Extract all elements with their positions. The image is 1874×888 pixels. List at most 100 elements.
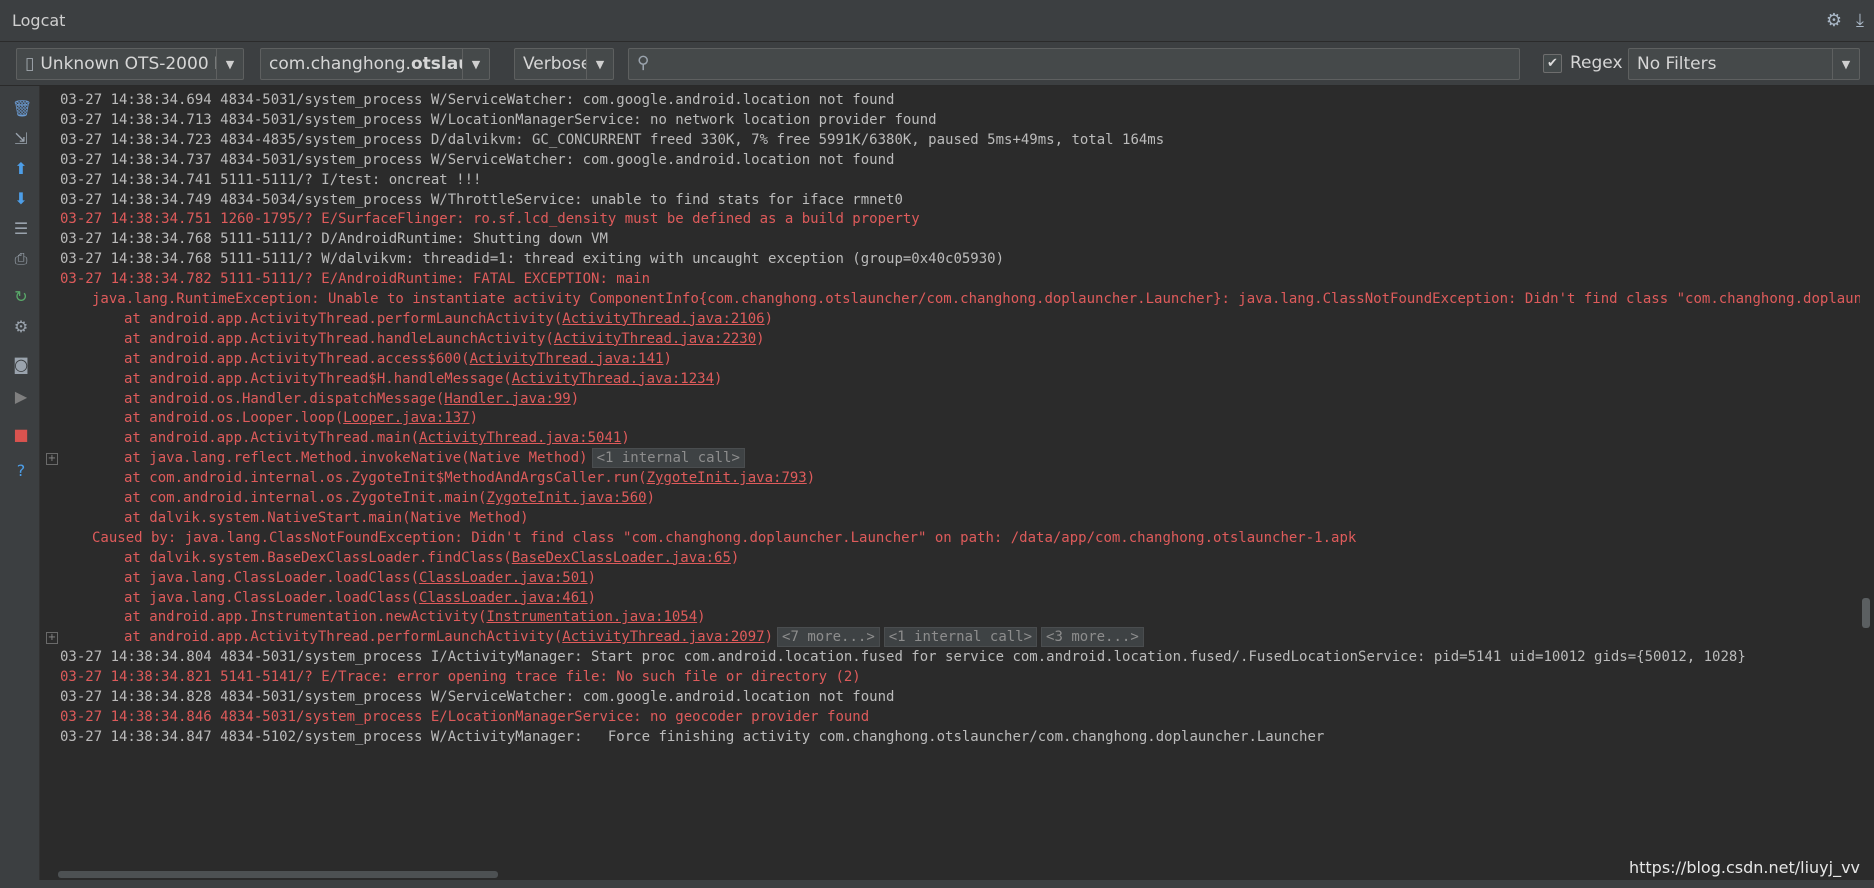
log-text-tail: ) — [764, 629, 774, 646]
log-text: 03-27 14:38:34.828 4834-5031/system_proc… — [60, 689, 895, 705]
filter-selector[interactable]: No Filters ▼ — [1628, 48, 1860, 80]
log-text: 03-27 14:38:34.804 4834-5031/system_proc… — [60, 649, 1746, 666]
device-phone-icon: ▯ — [25, 54, 35, 74]
log-text: at java.lang.ClassLoader.loadClass( — [124, 569, 420, 586]
log-text: java.lang.RuntimeException: Unable to in… — [92, 291, 1860, 307]
log-text: 03-27 14:38:34.847 4834-5102/system_proc… — [60, 728, 1325, 745]
source-link[interactable]: ClassLoader.java:501 — [419, 570, 588, 586]
log-text: 03-27 14:38:34.782 5111-5111/? E/Android… — [60, 271, 651, 288]
logcat-sidebar: 🗑 ⇲ ⬆ ⬇ ☰ ⎙ ↻ ⚙ ◙ ▶ ■ ? — [0, 86, 40, 888]
log-text: at com.android.internal.os.ZygoteInit$Me… — [124, 470, 647, 487]
device-label: Unknown OTS-2000 HB — [40, 54, 216, 74]
search-field[interactable]: ⚲ — [628, 48, 1520, 80]
screen-record-icon[interactable]: ▶ — [12, 388, 30, 406]
source-link[interactable]: ActivityThread.java:2106 — [562, 311, 764, 327]
log-text: 03-27 14:38:34.713 4834-5031/system_proc… — [60, 111, 937, 128]
chevron-down-icon: ▼ — [216, 49, 243, 79]
process-label: com.changhong.otslauncl — [261, 54, 462, 74]
log-text-tail: ) — [587, 589, 597, 606]
trash-icon[interactable]: 🗑 — [12, 100, 32, 118]
window-title: Logcat — [12, 11, 66, 30]
log-line: 03-27 14:38:34.847 4834-5102/system_proc… — [60, 725, 1324, 749]
down-arrow-icon[interactable]: ⬇ — [12, 190, 30, 208]
log-text: at android.app.ActivityThread.handleLaun… — [124, 330, 554, 347]
log-level-selector[interactable]: Verbose ▼ — [514, 48, 614, 80]
chevron-down-icon: ▼ — [462, 49, 489, 79]
source-link[interactable]: Looper.java:137 — [343, 410, 469, 426]
logcat-title-bar: Logcat ⚙ ⤓ — [0, 0, 1874, 42]
process-prefix: com.changhong. — [269, 54, 411, 74]
source-link[interactable]: Handler.java:99 — [444, 391, 570, 407]
settings-icon[interactable]: ⚙ — [12, 318, 30, 336]
source-link[interactable]: ActivityThread.java:1234 — [512, 371, 714, 387]
regex-checkbox[interactable]: ✔ — [1543, 53, 1562, 73]
log-text-tail: ) — [621, 430, 630, 447]
hide-panel-icon[interactable]: ⤓ — [1856, 10, 1864, 31]
log-text: at android.os.Handler.dispatchMessage( — [124, 390, 445, 407]
gear-icon[interactable]: ⚙ — [1826, 10, 1842, 31]
restart-icon[interactable]: ↻ — [12, 288, 30, 306]
log-text: at com.android.internal.os.ZygoteInit.ma… — [124, 490, 487, 506]
log-text: at java.lang.reflect.Method.invokeNative… — [124, 450, 588, 467]
log-text-tail: ) — [646, 490, 656, 506]
horizontal-scrollbar[interactable] — [58, 871, 498, 878]
log-text: 03-27 14:38:34.749 4834-5034/system_proc… — [60, 191, 903, 208]
log-text-tail: ) — [697, 609, 706, 626]
log-text: at android.app.ActivityThread.main( — [124, 430, 420, 447]
source-link[interactable]: BaseDexClassLoader.java:65 — [512, 550, 731, 566]
screenshot-icon[interactable]: ◙ — [12, 356, 30, 374]
vertical-scrollbar[interactable] — [1862, 598, 1870, 628]
source-link[interactable]: ZygoteInit.java:560 — [486, 490, 646, 506]
log-text: 03-27 14:38:34.751 1260-1795/? E/Surface… — [60, 211, 920, 228]
expand-fold-icon[interactable]: + — [46, 632, 58, 645]
search-icon[interactable]: ⚲ — [637, 53, 649, 73]
process-bold: otslauncl — [410, 54, 462, 74]
print-icon[interactable]: ⎙ — [12, 250, 30, 268]
log-level-label: Verbose — [523, 54, 586, 74]
log-text: at dalvik.system.NativeStart.main(Native… — [124, 509, 529, 526]
scroll-to-end-icon[interactable]: ⇲ — [12, 130, 30, 148]
log-text: at android.app.Instrumentation.newActivi… — [124, 609, 487, 626]
regex-toggle[interactable]: ✔ Regex — [1543, 53, 1623, 73]
up-arrow-icon[interactable]: ⬆ — [12, 160, 30, 178]
soft-wraps-icon[interactable]: ☰ — [12, 220, 30, 238]
device-selector[interactable]: ▯ Unknown OTS-2000 HB ▼ — [16, 48, 244, 80]
logcat-output[interactable]: 03-27 14:38:34.694 4834-5031/system_proc… — [40, 86, 1860, 874]
search-input[interactable] — [663, 51, 1507, 79]
log-text-tail: ) — [714, 370, 723, 387]
expand-fold-icon[interactable]: + — [46, 453, 58, 466]
source-link[interactable]: Instrumentation.java:1054 — [486, 609, 697, 625]
source-link[interactable]: ActivityThread.java:141 — [470, 351, 664, 367]
log-text: 03-27 14:38:34.768 5111-5111/? W/dalvikv… — [60, 251, 1005, 268]
help-icon[interactable]: ? — [12, 462, 30, 480]
log-text-tail: ) — [806, 470, 816, 487]
log-text: 03-27 14:38:34.846 4834-5031/system_proc… — [60, 708, 870, 725]
chevron-down-icon: ▼ — [1832, 49, 1859, 79]
logcat-toolbar: ▯ Unknown OTS-2000 HB ▼ com.changhong.ot… — [0, 42, 1874, 86]
source-link[interactable]: ActivityThread.java:5041 — [419, 430, 621, 446]
log-text: 03-27 14:38:34.737 4834-5031/system_proc… — [60, 151, 895, 168]
log-text: 03-27 14:38:34.741 5111-5111/? I/test: o… — [60, 171, 482, 188]
source-link[interactable]: ClassLoader.java:461 — [419, 590, 588, 606]
log-text: at dalvik.system.BaseDexClassLoader.find… — [124, 549, 512, 566]
filter-label: No Filters — [1637, 54, 1717, 74]
log-text-tail: ) — [587, 569, 597, 586]
log-text: at android.os.Looper.loop( — [124, 410, 344, 427]
log-text: at android.app.ActivityThread.performLau… — [124, 310, 563, 327]
source-link[interactable]: ActivityThread.java:2230 — [554, 331, 756, 347]
log-text-tail: ) — [570, 390, 580, 407]
title-bar-icons: ⚙ ⤓ — [1826, 10, 1864, 31]
log-text: at android.app.ActivityThread.performLau… — [124, 629, 563, 646]
log-text: 03-27 14:38:34.723 4834-4835/system_proc… — [60, 131, 1165, 148]
watermark: https://blog.csdn.net/liuyj_vv — [1624, 858, 1864, 877]
regex-label: Regex — [1570, 53, 1623, 73]
source-link[interactable]: ActivityThread.java:2097 — [562, 629, 764, 645]
source-link[interactable]: ZygoteInit.java:793 — [647, 470, 807, 486]
log-text: at android.app.ActivityThread.access$600… — [124, 350, 470, 367]
process-selector[interactable]: com.changhong.otslauncl ▼ — [260, 48, 490, 80]
log-text: 03-27 14:38:34.694 4834-5031/system_proc… — [60, 92, 895, 108]
log-text-tail: ) — [663, 350, 672, 367]
log-text: 03-27 14:38:34.768 5111-5111/? D/Android… — [60, 231, 608, 248]
terminate-icon[interactable]: ■ — [12, 426, 30, 444]
chevron-down-icon: ▼ — [586, 49, 613, 79]
